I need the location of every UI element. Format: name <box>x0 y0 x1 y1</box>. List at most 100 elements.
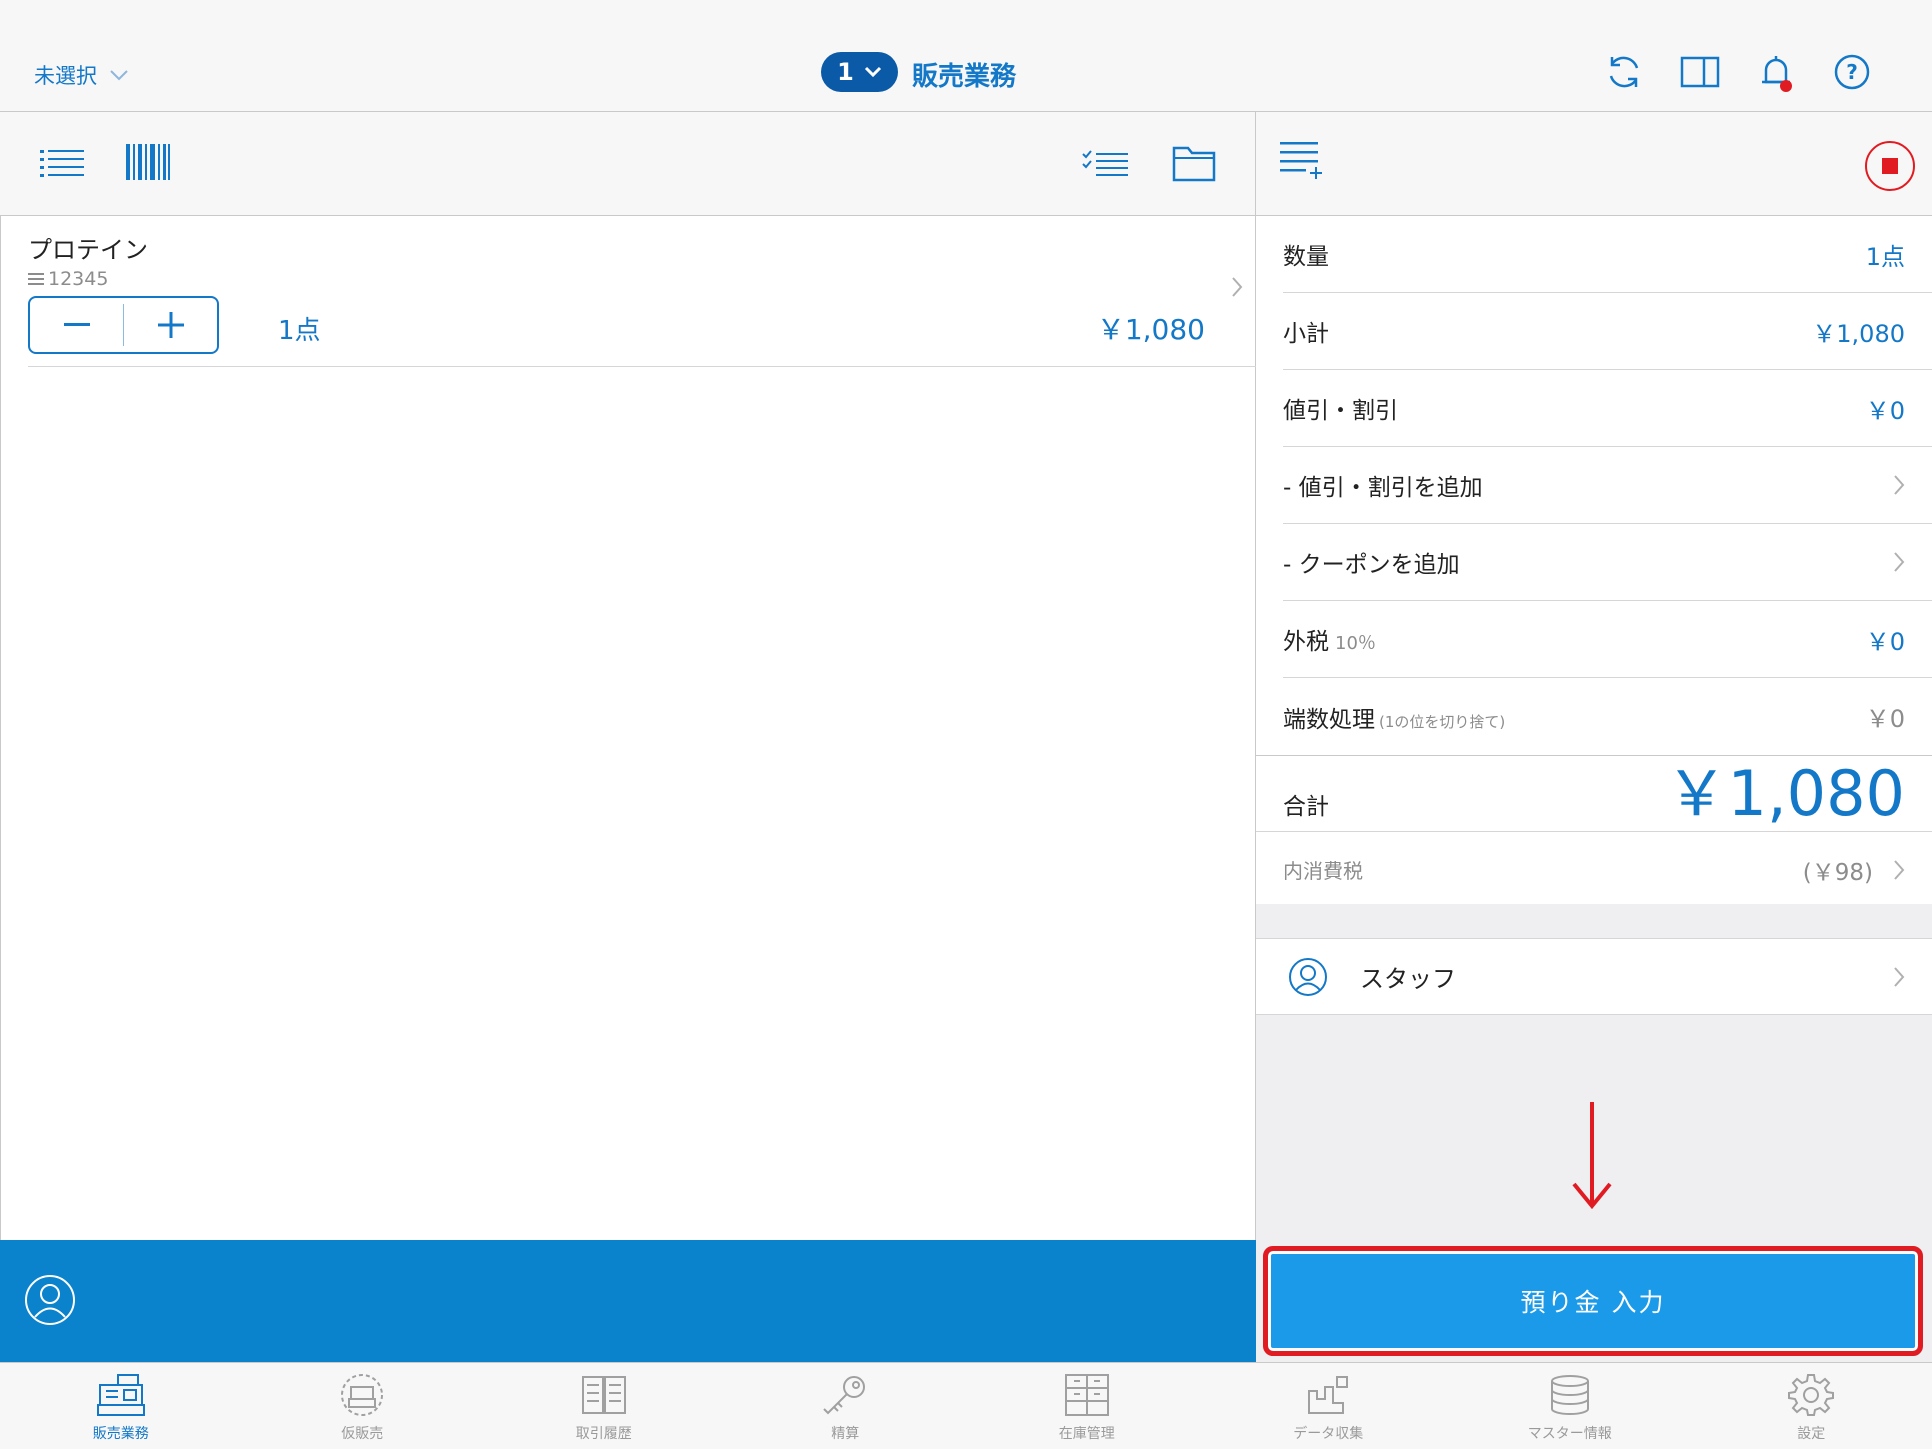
arrow-down-icon <box>1570 1102 1614 1212</box>
decrement-button[interactable] <box>30 298 123 352</box>
internal-tax-label: 内消費税 <box>1283 859 1363 883</box>
quantity-value: 1点 <box>1865 242 1905 271</box>
discount-value: ￥0 <box>1865 396 1905 425</box>
checklist-icon[interactable] <box>1082 148 1128 180</box>
total-row: 合計 ￥1,080 <box>1256 755 1932 832</box>
discount-label: 値引・割引 <box>1283 398 1398 424</box>
tab-inventory[interactable]: 在庫管理 <box>966 1363 1208 1449</box>
external-tax-label-group: 外税 10％ <box>1283 622 1376 656</box>
subtotal-label: 小計 <box>1283 321 1329 347</box>
chevron-right-icon <box>1894 859 1905 880</box>
rounding-value: ￥0 <box>1865 705 1905 733</box>
add-line-icon[interactable] <box>1280 140 1322 180</box>
summary-panel: 数量 1点 小計 ￥1,080 値引・割引 ￥0 - 値引・割引を追加 - クー… <box>1256 216 1932 908</box>
discount-row: 値引・割引 ￥0 <box>1283 370 1932 447</box>
list-item[interactable]: プロテイン 12345 1点 ￥1,080 <box>28 216 1257 367</box>
add-discount-label: - 値引・割引を追加 <box>1283 475 1483 501</box>
plus-icon <box>157 312 184 338</box>
temp-register-icon <box>341 1374 384 1416</box>
rounding-note: (1の位を切り捨て) <box>1379 712 1506 731</box>
history-icon <box>581 1376 626 1414</box>
item-list: プロテイン 12345 1点 ￥1,080 <box>0 216 1257 1240</box>
chevron-right-icon[interactable] <box>1231 276 1243 298</box>
tab-data-collection[interactable]: データ収集 <box>1208 1363 1450 1449</box>
item-quantity: 1点 <box>278 316 321 346</box>
external-tax-row: 外税 10％ ￥0 <box>1283 601 1932 678</box>
internal-tax-row[interactable]: 内消費税 (￥98) <box>1283 832 1932 908</box>
subtotal-value: ￥1,080 <box>1812 319 1905 348</box>
left-toolbar <box>0 112 1256 216</box>
add-discount-row[interactable]: - 値引・割引を追加 <box>1283 447 1932 524</box>
split-view-icon[interactable] <box>1680 52 1720 92</box>
key-icon <box>823 1376 866 1415</box>
total-value: ￥1,080 <box>1665 757 1906 830</box>
register-number: 1 <box>837 58 854 86</box>
tab-label: 仮販売 <box>341 1426 384 1442</box>
chevron-down-icon <box>864 66 881 78</box>
tab-history[interactable]: 取引履歴 <box>483 1363 725 1449</box>
rounding-label: 端数処理 <box>1283 706 1375 733</box>
item-price: ￥1,080 <box>1096 313 1205 346</box>
customer-bar <box>0 1240 1256 1362</box>
inventory-icon <box>1064 1374 1109 1416</box>
help-icon[interactable]: ? <box>1832 52 1872 92</box>
bell-icon[interactable] <box>1756 52 1796 92</box>
external-tax-label: 外税 <box>1283 629 1329 655</box>
total-label: 合計 <box>1283 794 1329 820</box>
internal-tax-group: (￥98) <box>1803 853 1905 887</box>
external-tax-value: ￥0 <box>1865 627 1905 656</box>
staff-icon <box>1289 957 1327 996</box>
rounding-row: 端数処理 (1の位を切り捨て) ￥0 <box>1283 678 1932 755</box>
stepper-divider <box>123 304 124 346</box>
customer-icon[interactable] <box>24 1274 76 1326</box>
chevron-right-icon <box>1894 966 1905 987</box>
staff-row[interactable]: スタッフ <box>1256 938 1932 1015</box>
quantity-stepper <box>28 296 219 354</box>
item-code-value: 12345 <box>48 268 109 290</box>
subtotal-row: 小計 ￥1,080 <box>1283 293 1932 370</box>
page-title: 販売業務 <box>912 62 1017 92</box>
menu-icon <box>28 273 44 285</box>
stop-icon[interactable] <box>1864 140 1916 192</box>
tab-label: 取引履歴 <box>575 1426 632 1442</box>
tab-label: 設定 <box>1797 1426 1826 1442</box>
chevron-down-icon <box>110 70 128 81</box>
tab-label: データ収集 <box>1293 1426 1364 1442</box>
external-tax-rate: 10％ <box>1335 633 1376 654</box>
increment-button[interactable] <box>124 298 217 352</box>
tab-master[interactable]: マスター情報 <box>1449 1363 1691 1449</box>
tab-sales[interactable]: 販売業務 <box>0 1363 242 1449</box>
tab-label: 販売業務 <box>92 1426 149 1442</box>
top-bar: 未選択 1 販売業務 ? <box>0 0 1932 112</box>
store-select[interactable]: 未選択 <box>34 60 129 90</box>
tab-settlement[interactable]: 精算 <box>725 1363 967 1449</box>
minus-icon <box>63 323 90 326</box>
folder-icon[interactable] <box>1172 144 1216 182</box>
list-view-icon[interactable] <box>40 148 84 180</box>
tab-settings[interactable]: 設定 <box>1691 1363 1932 1449</box>
staff-label: スタッフ <box>1360 965 1456 993</box>
barcode-icon[interactable] <box>126 144 170 180</box>
register-selector[interactable]: 1 <box>821 52 898 92</box>
svg-text:?: ? <box>1846 60 1858 84</box>
quantity-row: 数量 1点 <box>1283 216 1932 293</box>
item-code: 12345 <box>28 268 108 290</box>
quantity-label: 数量 <box>1283 244 1329 270</box>
add-coupon-label: - クーポンを追加 <box>1283 552 1460 578</box>
internal-tax-value: (￥98) <box>1802 859 1873 886</box>
item-name: プロテイン <box>28 236 148 264</box>
database-icon <box>1550 1375 1589 1415</box>
store-select-label: 未選択 <box>34 64 97 88</box>
tab-label: マスター情報 <box>1527 1426 1612 1442</box>
add-coupon-row[interactable]: - クーポンを追加 <box>1283 524 1932 601</box>
data-collect-icon <box>1308 1376 1349 1414</box>
deposit-input-button[interactable]: 預り金 入力 <box>1263 1246 1923 1356</box>
tab-label: 在庫管理 <box>1058 1426 1115 1442</box>
register-icon <box>96 1374 145 1416</box>
section-gap <box>1256 904 1932 938</box>
rounding-label-group: 端数処理 (1の位を切り捨て) <box>1283 700 1505 734</box>
tab-bar: 販売業務 仮販売 取引履歴 精算 在庫管理 データ収集 マスター情報 設定 <box>0 1362 1932 1449</box>
tab-temp-sales[interactable]: 仮販売 <box>242 1363 484 1449</box>
right-toolbar <box>1256 112 1932 216</box>
sync-icon[interactable] <box>1604 52 1644 92</box>
